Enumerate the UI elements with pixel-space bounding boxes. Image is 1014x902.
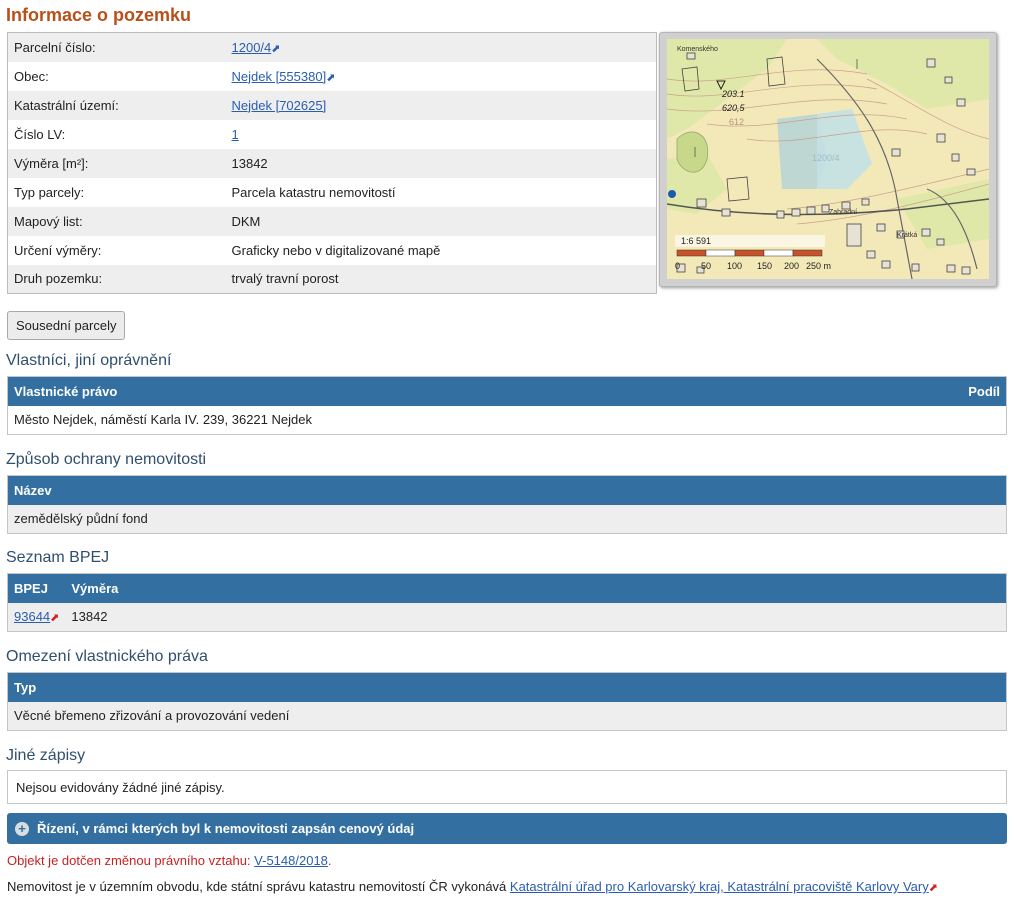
scale-tick: 250 m	[806, 261, 831, 271]
lv-number-link[interactable]: 1	[232, 127, 239, 142]
table-row: Věcné břemeno zřizování a provozování ve…	[7, 701, 1007, 731]
column-header: Typ	[7, 672, 1007, 702]
info-label: Katastrální území:	[14, 97, 119, 113]
column-header: Vlastnické právo	[7, 376, 731, 406]
column-header: BPEJ	[7, 573, 66, 603]
map-parcel-label: 1200/4	[812, 153, 840, 163]
info-value: trvalý travní porost	[231, 271, 339, 287]
external-link-icon[interactable]: ⬈	[271, 43, 280, 55]
info-row-map-sheet: Mapový list: DKM	[7, 206, 657, 236]
office-note-text: Nemovitost je v územním obvodu, kde stát…	[7, 879, 507, 894]
info-value: 1	[226, 120, 657, 149]
info-row-lv-number: Číslo LV: 1	[7, 119, 657, 149]
table-header-row: BPEJ Výměra	[7, 573, 1007, 603]
table-row: Město Nejdek, náměstí Karla IV. 239, 362…	[8, 406, 1007, 435]
info-label: Výměra [m²]:	[14, 155, 89, 171]
parcel-number-link[interactable]: 1200/4	[232, 40, 272, 55]
other-records-box: Nejsou evidovány žádné jiné zápisy.	[7, 770, 1007, 804]
info-row-area-method: Určení výměry: Graficky nebo v digitaliz…	[7, 235, 657, 265]
external-link-icon[interactable]: ⬈	[929, 882, 938, 894]
parcel-map-preview[interactable]: Komenského Zahradní Krátká 203.1 620,5 6…	[659, 32, 997, 287]
info-value: DKM	[231, 213, 261, 229]
proceeding-link[interactable]: V-5148/2018	[254, 853, 328, 868]
info-label: Typ parcely:	[14, 184, 85, 200]
column-header: Výměra	[65, 573, 1007, 603]
info-value: 1200/4⬈	[226, 33, 657, 62]
info-value: 13842	[231, 155, 268, 171]
parcel-info-table: Parcelní číslo: 1200/4⬈ Obec: Nejdek [55…	[7, 32, 657, 294]
external-link-icon[interactable]: ⬈	[326, 72, 335, 84]
other-records-heading: Jiné zápisy	[6, 747, 86, 764]
scale-tick: 0	[675, 261, 680, 271]
page-title: Informace o pozemku	[6, 5, 192, 25]
info-value: Nejdek [702625]	[226, 91, 657, 120]
cadastral-area-link[interactable]: Nejdek [702625]	[232, 98, 327, 113]
column-header: Název	[7, 475, 1007, 505]
restriction-table: Typ Věcné břemeno zřizování a provozován…	[7, 672, 1007, 731]
scale-tick: 100	[727, 261, 742, 271]
bpej-code-link[interactable]: 93644	[14, 609, 50, 624]
info-row-cadastral-area: Katastrální území: Nejdek [702625]	[7, 90, 657, 120]
bpej-table: BPEJ Výměra 93644⬈ 13842	[7, 573, 1007, 632]
info-label: Druh pozemku:	[14, 271, 103, 287]
protection-heading: Způsob ochrany nemovitosti	[6, 451, 207, 468]
info-row-area: Výměra [m²]: 13842	[7, 148, 657, 178]
table-row: zemědělský půdní fond	[7, 504, 1007, 534]
info-label: Obec:	[14, 68, 49, 84]
scale-bar	[676, 249, 823, 257]
municipality-link[interactable]: Nejdek [555380]	[232, 69, 327, 84]
info-row-municipality: Obec: Nejdek [555380]⬈	[7, 61, 657, 91]
owners-heading: Vlastníci, jiní oprávnění	[6, 352, 172, 369]
page: Informace o pozemku Parcelní číslo: 1200…	[0, 0, 1014, 902]
owners-table: Vlastnické právo Podíl Město Nejdek, nám…	[7, 376, 1007, 435]
owner-cell: Město Nejdek, náměstí Karla IV. 239, 362…	[14, 412, 312, 428]
map-scale-text: 1:6 591	[681, 236, 711, 246]
restriction-cell: Věcné břemeno zřizování a provozování ve…	[7, 701, 1007, 731]
table-row: 93644⬈ 13842	[7, 602, 1007, 632]
info-label: Číslo LV:	[14, 126, 66, 142]
cadastral-office-note: Nemovitost je v územním obvodu, kde stát…	[7, 879, 938, 894]
scale-tick: 150	[757, 261, 772, 271]
protection-cell: zemědělský půdní fond	[7, 504, 1007, 534]
map-contour-label: 612	[729, 117, 744, 127]
proceedings-expander[interactable]: + Řízení, v rámci kterých byl k nemovito…	[7, 813, 1007, 844]
info-label: Mapový list:	[14, 213, 83, 229]
info-value: Nejdek [555380]⬈	[226, 62, 657, 91]
notice-text: Objekt je dotčen změnou právního vztahu:	[7, 853, 251, 868]
restriction-heading: Omezení vlastnického práva	[6, 648, 208, 665]
legal-change-notice: Objekt je dotčen změnou právního vztahu:…	[7, 853, 332, 868]
info-row-parcel-number: Parcelní číslo: 1200/4⬈	[7, 32, 657, 62]
neighbor-parcels-button[interactable]: Sousední parcely	[7, 311, 126, 340]
table-header-row: Typ	[7, 672, 1007, 702]
info-label: Parcelní číslo:	[14, 39, 96, 55]
info-label: Určení výměry:	[14, 242, 102, 258]
map-street-label: Komenského	[677, 46, 718, 53]
table-header-row: Název	[7, 475, 1007, 505]
table-header-row: Vlastnické právo Podíl	[7, 376, 1007, 406]
cadastral-office-link[interactable]: Katastrální úřad pro Karlovarský kraj, K…	[510, 879, 929, 894]
map-elevation-label: 203.1	[721, 89, 745, 99]
info-row-parcel-type: Typ parcely: Parcela katastru nemovitost…	[7, 177, 657, 207]
info-value: Parcela katastru nemovitostí	[231, 184, 396, 200]
map-street-label: Krátká	[897, 232, 917, 239]
info-row-land-type: Druh pozemku: trvalý travní porost	[7, 264, 657, 294]
bpej-area-cell: 13842	[65, 602, 1007, 632]
scale-tick: 200	[784, 261, 799, 271]
bpej-heading: Seznam BPEJ	[6, 549, 110, 566]
protection-table: Název zemědělský půdní fond	[7, 475, 1007, 534]
scale-tick: 50	[701, 261, 711, 271]
external-link-icon[interactable]: ⬈	[50, 612, 59, 624]
notice-suffix: .	[327, 853, 332, 868]
proceedings-label[interactable]: Řízení, v rámci kterých byl k nemovitost…	[37, 821, 414, 836]
bpej-code-cell: 93644⬈	[7, 602, 66, 632]
info-value: Graficky nebo v digitalizované mapě	[231, 242, 441, 258]
column-header: Podíl	[730, 376, 1007, 406]
expand-plus-icon[interactable]: +	[15, 821, 29, 836]
cadastral-map[interactable]: Komenského Zahradní Krátká 203.1 620,5 6…	[667, 39, 989, 279]
map-elevation-label: 620,5	[722, 103, 746, 113]
map-street-label: Zahradní	[829, 209, 857, 216]
